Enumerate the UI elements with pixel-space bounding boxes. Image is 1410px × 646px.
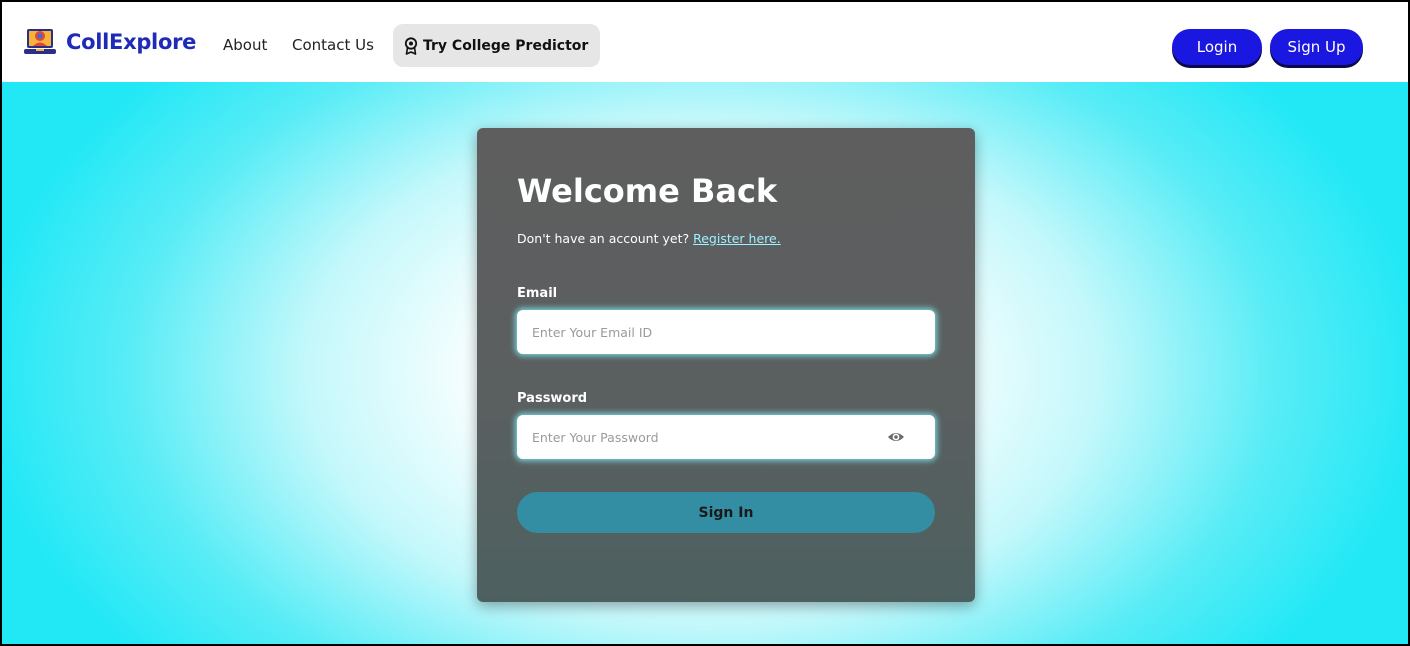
brand-logo[interactable]: CollExplore [22,24,196,60]
nav-link-contact[interactable]: Contact Us [292,36,374,54]
app-frame: CollExplore About Contact Us Try College… [0,0,1410,646]
password-label: Password [517,391,588,406]
nav-link-about[interactable]: About [223,36,267,54]
top-navbar: CollExplore About Contact Us Try College… [2,2,1408,82]
register-prompt-text: Don't have an account yet? [517,231,690,246]
email-label: Email [517,286,558,301]
password-field-wrapper [517,415,935,459]
hero-background: Welcome Back Don't have an account yet? … [2,82,1408,644]
email-field[interactable] [517,310,872,354]
laptop-graduation-icon [24,29,56,54]
login-button[interactable]: Login [1172,29,1262,65]
email-field-wrapper [517,310,935,354]
login-card: Welcome Back Don't have an account yet? … [477,128,975,602]
eye-icon[interactable] [887,429,905,445]
college-predictor-button[interactable]: Try College Predictor [393,24,601,67]
predictor-label: Try College Predictor [423,37,589,54]
password-field[interactable] [517,415,872,459]
card-title: Welcome Back [517,172,778,210]
award-ribbon-icon [404,36,418,55]
register-link[interactable]: Register here. [693,231,781,246]
register-prompt: Don't have an account yet? Register here… [517,231,781,246]
signup-button[interactable]: Sign Up [1270,29,1363,65]
brand-name: CollExplore [66,30,197,54]
sign-in-button[interactable]: Sign In [517,492,935,533]
